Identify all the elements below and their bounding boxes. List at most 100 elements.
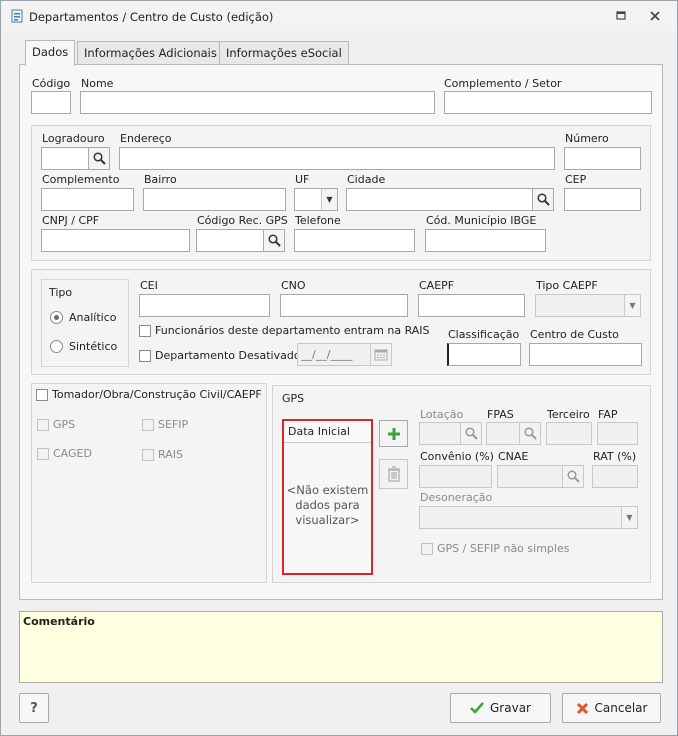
cep-input[interactable] [564,188,641,211]
desativado-date-input[interactable] [297,343,371,366]
dialog-window: Departamentos / Centro de Custo (edição)… [0,0,678,736]
cnae-input[interactable] [497,465,563,488]
rais-checkbox[interactable] [139,325,151,337]
title-bar: Departamentos / Centro de Custo (edição) [1,1,677,31]
complemento-setor-input[interactable] [444,91,652,114]
gravar-label: Gravar [490,701,531,715]
tipo-caepf-dropdown-button[interactable]: ▼ [624,294,641,317]
tab-page-dados: Código Nome Complemento / Setor Logradou… [19,64,663,600]
tipo-analitico-radio[interactable] [50,311,63,324]
complemento-setor-label: Complemento / Setor [444,77,562,90]
desoneracao-label: Desoneração [420,491,493,504]
codigo-rec-gps-search-button[interactable] [263,229,285,252]
codigo-input[interactable] [31,91,71,114]
nome-label: Nome [81,77,114,90]
tomador-checkbox[interactable] [36,389,48,401]
gps-grid-empty-message: <Não existem dados para visualizar> [286,483,369,527]
tab-informacoes-adicionais[interactable]: Informações Adicionais [77,41,224,65]
desativado-date-button[interactable] [370,343,392,366]
convenio-label: Convênio (%) [420,450,494,463]
cno-input[interactable] [280,294,408,317]
terceiro-input[interactable] [546,422,592,445]
gravar-button[interactable]: Gravar [450,693,551,723]
desativado-checkbox[interactable] [139,350,151,362]
search-icon [536,193,550,206]
uf-select[interactable] [294,188,322,211]
search-icon [267,234,281,247]
cidade-input[interactable] [346,188,533,211]
search-icon [523,427,537,440]
tab-dados[interactable]: Dados [25,40,76,66]
classificacao-input[interactable] [447,343,521,366]
gps-grid[interactable]: Data Inicial <Não existem dados para vis… [282,419,373,575]
bairro-input[interactable] [143,188,286,211]
classificacao-label: Classificação [448,328,520,341]
endereco-input[interactable] [119,147,555,170]
uf-label: UF [295,173,310,186]
fap-label: FAP [598,408,618,421]
tomador-gps-checkbox[interactable] [37,419,49,431]
help-button[interactable]: ? [19,693,49,723]
comment-area[interactable]: Comentário [19,611,663,683]
codigo-rec-gps-label: Código Rec. GPS [197,214,288,227]
x-icon [576,702,589,715]
plus-icon [387,427,401,441]
uf-dropdown-button[interactable]: ▼ [321,188,338,211]
numero-label: Número [565,132,609,145]
tomador-group: Tomador/Obra/Construção Civil/CAEPF GPS … [31,383,267,583]
rat-input[interactable] [592,465,638,488]
desoneracao-select[interactable] [419,506,622,529]
close-icon[interactable] [647,9,663,23]
codigo-rec-gps-input[interactable] [196,229,264,252]
telefone-label: Telefone [295,214,341,227]
complemento-input[interactable] [41,188,134,211]
gps-delete-button[interactable] [379,459,408,489]
tomador-caged-label: CAGED [53,447,92,460]
numero-input[interactable] [564,147,641,170]
cei-input[interactable] [139,294,270,317]
tipo-sintetico-radio[interactable] [50,340,63,353]
gps-grid-header[interactable]: Data Inicial [284,421,371,443]
tomador-caged-checkbox[interactable] [37,448,49,460]
cod-municipio-ibge-input[interactable] [425,229,546,252]
gps-add-button[interactable] [379,420,408,447]
gps-group: GPS Data Inicial <Não existem dados para… [272,385,651,583]
caepf-input[interactable] [418,294,525,317]
telefone-input[interactable] [294,229,415,252]
cidade-search-button[interactable] [532,188,554,211]
tomador-rais-checkbox[interactable] [142,449,154,461]
cnae-search-button[interactable] [562,465,584,488]
cancelar-button[interactable]: Cancelar [562,693,661,723]
fap-input[interactable] [597,422,638,445]
tomador-checkbox-label: Tomador/Obra/Construção Civil/CAEPF [52,388,262,401]
codigo-label: Código [32,77,71,90]
tipo-caepf-label: Tipo CAEPF [536,279,598,292]
cnpj-cpf-input[interactable] [41,229,190,252]
nome-input[interactable] [80,91,435,114]
convenio-input[interactable] [419,465,492,488]
lotacao-search-button[interactable] [460,422,482,445]
desoneracao-dropdown-button[interactable]: ▼ [621,506,638,529]
logradouro-search-button[interactable] [88,147,110,170]
tab-informacoes-esocial[interactable]: Informações eSocial [219,41,349,65]
lotacao-input[interactable] [419,422,461,445]
tomador-gps-label: GPS [53,418,76,431]
tomador-sefip-checkbox[interactable] [142,419,154,431]
fpas-search-button[interactable] [519,422,541,445]
chevron-down-icon: ▼ [626,513,633,522]
logradouro-label: Logradouro [42,132,105,145]
centro-custo-input[interactable] [529,343,642,366]
centro-custo-label: Centro de Custo [530,328,619,341]
tomador-rais-label: RAIS [158,448,183,461]
cno-label: CNO [281,279,306,292]
gps-nao-simples-label: GPS / SEFIP não simples [437,542,570,555]
tipo-legend: Tipo [49,286,73,299]
fpas-input[interactable] [486,422,520,445]
window-title: Departamentos / Centro de Custo (edição) [29,10,274,24]
restore-icon[interactable] [613,9,629,23]
cod-municipio-ibge-label: Cód. Município IBGE [426,214,537,227]
tipo-caepf-select[interactable] [535,294,625,317]
gps-nao-simples-checkbox[interactable] [421,543,433,555]
comment-label: Comentário [23,615,95,628]
logradouro-input[interactable] [41,147,89,170]
